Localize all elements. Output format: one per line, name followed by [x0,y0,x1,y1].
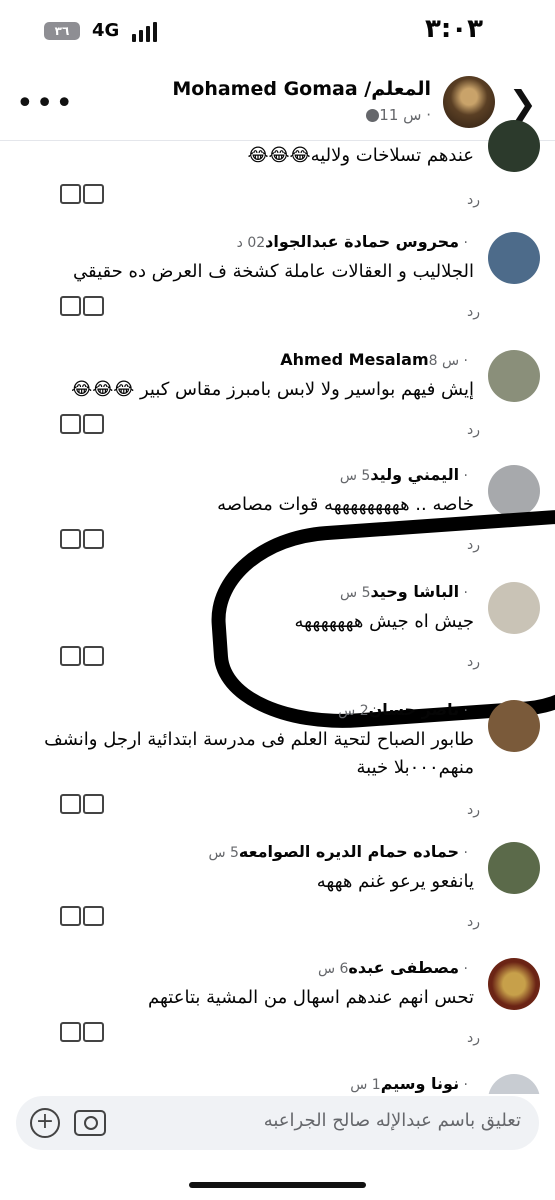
reply-link[interactable]: رد [467,304,480,320]
reaction-icons[interactable] [60,296,106,321]
reaction-icons[interactable] [60,1022,106,1047]
like-icon [83,1022,104,1042]
dislike-icon [60,794,81,814]
status-time: ٣:٠٣ [424,14,483,44]
comment-text: خاصه .. هههههههههه قوات مصاصه [217,494,474,515]
battery-indicator: ٣٦ [44,22,80,40]
status-bar: ٣٦ 4G ٣:٠٣ [0,0,555,62]
comment-item: مصطفى عبده6 س · تحس انهم عندهم اسهال من … [15,958,540,1048]
comment-text: يانفعو يرعو غنم هههه [316,871,474,892]
comment-item: عندهم تسلاخات ولاليه😂😂😂 رد [15,120,540,210]
reply-link[interactable]: رد [467,914,480,930]
comment-text: إيش فيهم بواسير ولا لابس بامبرز مقاس كبي… [71,379,474,400]
reaction-icons[interactable] [60,906,106,931]
commenter-avatar[interactable] [488,120,540,172]
comment-item: محروس حمادة عبدالجواد02 د · الجلاليب و ا… [15,232,540,322]
more-options-icon[interactable]: ••• [16,86,75,121]
reaction-icons[interactable] [60,414,106,439]
dislike-icon [60,646,81,666]
signal-icon [132,22,162,42]
like-icon [83,646,104,666]
like-icon [83,794,104,814]
comment-text: الجلاليب و العقالات عاملة كشخة ف العرض د… [73,261,474,282]
dislike-icon [60,906,81,926]
commenter-name[interactable]: نونا وسيم1 س · [350,1074,474,1093]
comment-item: Ahmed Mesalam8 س · إيش فيهم بواسير ولا ل… [15,350,540,440]
like-icon [83,414,104,434]
reply-link[interactable]: رد [467,802,480,818]
comment-item: نونا وسيم1 س · [15,1074,540,1094]
commenter-avatar[interactable] [488,350,540,402]
commenter-name[interactable]: مصطفى عبده6 س · [318,958,474,977]
comment-composer[interactable]: + تعليق باسم عبدالإله صالح الجراعبه [16,1096,539,1150]
dislike-icon [60,529,81,549]
comment-item: ناصر حسان2 س · طابور الصباح لتحية العلم … [15,700,540,820]
reaction-icons[interactable] [60,529,106,554]
commenter-avatar[interactable] [488,700,540,752]
commenter-avatar[interactable] [488,842,540,894]
reaction-icons[interactable] [60,184,106,209]
post-author-name[interactable]: Mohamed Gomaa /المعلم [172,78,431,100]
comment-text: تحس انهم عندهم اسهال من المشية بتاعتهم [148,987,474,1008]
dislike-icon [60,414,81,434]
reaction-icons[interactable] [60,646,106,671]
like-icon [83,184,104,204]
comment-input[interactable]: تعليق باسم عبدالإله صالح الجراعبه [264,1110,521,1131]
reply-link[interactable]: رد [467,1030,480,1046]
dislike-icon [60,296,81,316]
commenter-avatar[interactable] [488,1074,540,1094]
dislike-icon [60,184,81,204]
comment-text: عندهم تسلاخات ولاليه😂😂😂 [247,145,474,166]
commenter-avatar[interactable] [488,232,540,284]
commenter-name[interactable]: Ahmed Mesalam8 س · [280,350,474,369]
comment-item: حماده حمام الديره الصوامعه5 س · يانفعو ي… [15,842,540,932]
commenter-name[interactable]: اليمني وليد5 س · [340,465,474,484]
like-icon [83,906,104,926]
commenter-avatar[interactable] [488,958,540,1010]
commenter-name[interactable]: ناصر حسان2 س · [338,700,474,719]
commenter-name[interactable]: محروس حمادة عبدالجواد02 د · [237,232,474,251]
like-icon [83,529,104,549]
reply-link[interactable]: رد [467,422,480,438]
reply-link[interactable]: رد [467,192,480,208]
add-icon[interactable]: + [30,1108,60,1138]
commenter-name[interactable]: حماده حمام الديره الصوامعه5 س · [208,842,474,861]
commenter-avatar[interactable] [488,465,540,517]
camera-icon[interactable] [74,1110,106,1136]
network-label: 4G [92,20,120,41]
comment-text: طابور الصباح لتحية العلم فى مدرسة ابتدائ… [44,729,474,778]
dislike-icon [60,1022,81,1042]
reaction-icons[interactable] [60,794,106,819]
back-chevron-icon[interactable]: ❯ [509,84,538,124]
like-icon [83,296,104,316]
home-indicator [189,1182,366,1188]
